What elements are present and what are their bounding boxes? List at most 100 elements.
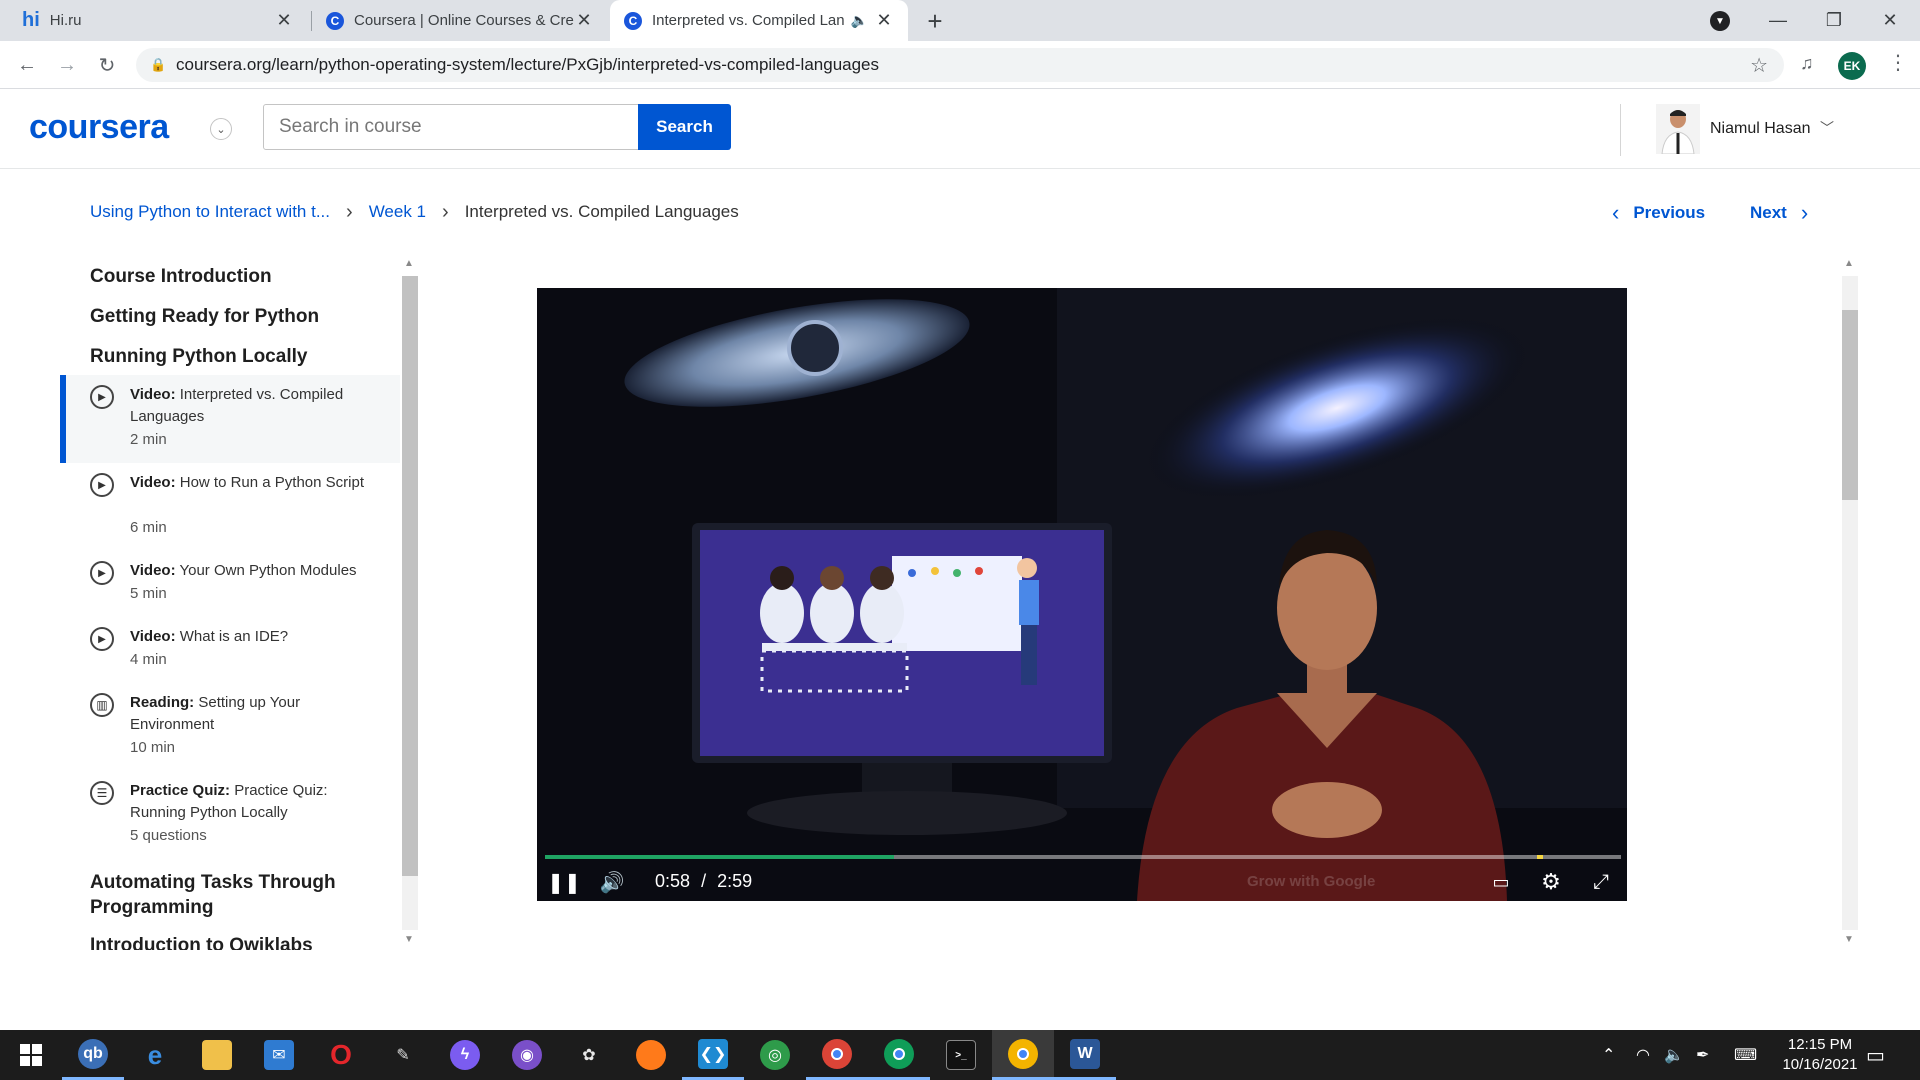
tab-search-icon[interactable]: ▼ <box>1710 11 1730 31</box>
audio-playing-icon[interactable]: 🔈 <box>851 12 868 29</box>
previous-button[interactable]: ‹ Previous <box>1612 200 1705 226</box>
menu-kebab-icon[interactable]: ⋮ <box>1888 50 1908 75</box>
item-text: Video: How to Run a Python Script <box>130 472 370 494</box>
taskbar-clock[interactable]: 12:15 PM 10/16/2021 <box>1770 1035 1870 1075</box>
item-title: How to Run a Python Script <box>179 474 365 491</box>
chrome-ek-icon[interactable] <box>992 1030 1054 1080</box>
sidebar-scrollbar[interactable]: ▲ ▼ <box>400 256 420 950</box>
section-getting-ready[interactable]: Getting Ready for Python <box>90 304 319 329</box>
item-title: Your Own Python Modules <box>179 562 357 579</box>
profile-avatar[interactable]: EK <box>1838 52 1866 80</box>
item-text: Video: Your Own Python Modules <box>130 560 370 582</box>
bookmark-star-icon[interactable]: ☆ <box>1750 53 1768 78</box>
vscode-icon[interactable]: ❮❯ <box>682 1030 744 1080</box>
scrollbar-thumb[interactable] <box>402 276 418 876</box>
outline-item-own-python-modules[interactable]: ▶ Video: Your Own Python Modules 5 min <box>60 551 400 617</box>
github-desktop-icon[interactable]: ◉ <box>496 1030 558 1080</box>
item-text: Reading: Setting up Your Environment <box>130 692 370 736</box>
volume-tray-icon[interactable]: 🔈 <box>1664 1030 1684 1080</box>
video-progress-bar[interactable] <box>545 855 1621 859</box>
outline-item-setting-up-environment[interactable]: ▥ Reading: Setting up Your Environment 1… <box>60 683 400 771</box>
video-progress-fill <box>545 855 894 859</box>
browser-tab-bar: hi Hi.ru ✕ C Coursera | Online Courses &… <box>0 0 1920 41</box>
scroll-up-icon[interactable]: ▲ <box>404 258 414 269</box>
section-course-introduction[interactable]: Course Introduction <box>90 264 272 289</box>
close-icon[interactable]: ✕ <box>574 10 594 31</box>
lock-icon[interactable]: 🔒 <box>150 57 166 73</box>
page-scrollbar[interactable]: ▲ ▼ <box>1840 256 1860 950</box>
start-icon[interactable] <box>0 1030 62 1080</box>
tab-hi-ru[interactable]: hi Hi.ru ✕ <box>8 0 308 41</box>
inkscape-icon[interactable]: ✎ <box>372 1030 434 1080</box>
scrollbar-thumb[interactable] <box>1842 310 1858 500</box>
play-icon: ▶ <box>90 473 114 497</box>
video-player[interactable]: ❚❚ 🔊 0:58 / 2:59 Grow with Google ▭ ⚙ ⤢ <box>537 288 1627 901</box>
outline-item-interpreted-vs-compiled[interactable]: ▶ Video: Interpreted vs. Compiled Langua… <box>60 375 400 463</box>
minimize-icon[interactable]: — <box>1750 0 1806 41</box>
paint-icon[interactable]: ✿ <box>558 1030 620 1080</box>
chevron-right-icon: › <box>442 200 449 223</box>
window-close-icon[interactable]: ✕ <box>1862 0 1918 41</box>
scroll-down-icon[interactable]: ▼ <box>404 934 414 945</box>
search-button[interactable]: Search <box>638 104 731 150</box>
forward-icon[interactable]: → <box>52 50 82 80</box>
qbittorrent-icon[interactable]: qb <box>62 1030 124 1080</box>
address-bar[interactable]: 🔒 coursera.org/learn/python-operating-sy… <box>136 48 1784 82</box>
chevron-down-icon[interactable]: ⌄ <box>210 118 232 140</box>
user-name[interactable]: Niamul Hasan <box>1710 120 1810 138</box>
mail-icon[interactable]: ✉ <box>248 1030 310 1080</box>
item-kind: Video: <box>130 386 176 403</box>
chevron-down-icon[interactable]: ﹀ <box>1820 118 1834 138</box>
scroll-up-icon[interactable]: ▲ <box>1844 258 1854 269</box>
chrome-profile-icon[interactable] <box>868 1030 930 1080</box>
item-question-count: 5 questions <box>130 827 207 844</box>
captions-icon[interactable]: ▭ <box>1487 869 1515 895</box>
pause-icon[interactable]: ❚❚ <box>547 869 581 895</box>
keyboard-icon[interactable]: ⌨ <box>1734 1030 1757 1080</box>
item-title: What is an IDE? <box>179 628 289 645</box>
quiz-icon: ☰ <box>90 781 114 805</box>
chrome-icon[interactable] <box>806 1030 868 1080</box>
section-automating-tasks[interactable]: Automating Tasks Through Programming <box>90 870 350 920</box>
outline-item-run-python-script[interactable]: ▶ Video: How to Run a Python Script 6 mi… <box>60 463 400 551</box>
outline-item-practice-quiz[interactable]: ☰ Practice Quiz: Practice Quiz: Running … <box>60 771 400 859</box>
firefox-icon[interactable] <box>620 1030 682 1080</box>
opera-icon[interactable]: O <box>310 1030 372 1080</box>
scroll-down-icon[interactable]: ▼ <box>1844 934 1854 945</box>
header-divider <box>1620 104 1621 156</box>
terminal-icon[interactable]: >_ <box>930 1030 992 1080</box>
pen-icon[interactable]: ✒ <box>1696 1030 1709 1080</box>
breadcrumb-week-link[interactable]: Week 1 <box>369 202 426 222</box>
wifi-icon[interactable]: ◠ <box>1636 1030 1650 1080</box>
media-control-icon[interactable]: ♫ <box>1800 53 1814 74</box>
tab-active-lecture[interactable]: C Interpreted vs. Compiled Languages 🔈 ✕ <box>610 0 908 41</box>
back-icon[interactable]: ← <box>12 50 42 80</box>
file-explorer-icon[interactable] <box>186 1030 248 1080</box>
section-running-python-locally[interactable]: Running Python Locally <box>90 344 307 369</box>
volume-icon[interactable]: 🔊 <box>597 869 627 895</box>
next-button[interactable]: Next › <box>1750 200 1808 226</box>
close-icon[interactable]: ✕ <box>274 10 294 31</box>
breadcrumb-course-link[interactable]: Using Python to Interact with t... <box>90 202 330 222</box>
restore-icon[interactable]: ❐ <box>1806 0 1862 41</box>
outline-item-what-is-ide[interactable]: ▶ Video: What is an IDE? 4 min <box>60 617 400 683</box>
close-icon[interactable]: ✕ <box>874 10 894 31</box>
tab-coursera-home[interactable]: C Coursera | Online Courses & Credential… <box>312 0 608 41</box>
chevron-up-icon[interactable]: ⌃ <box>1602 1030 1615 1080</box>
settings-gear-icon[interactable]: ⚙ <box>1537 869 1565 895</box>
section-intro-qwiklabs[interactable]: Introduction to Qwiklabs <box>90 933 313 950</box>
item-kind: Practice Quiz: <box>130 782 231 799</box>
search-input[interactable] <box>263 104 639 150</box>
item-duration: 6 min <box>130 519 167 536</box>
edge-icon[interactable]: e <box>124 1030 186 1080</box>
fullscreen-icon[interactable]: ⤢ <box>1587 869 1615 895</box>
messenger-icon[interactable]: ϟ <box>434 1030 496 1080</box>
new-tab-icon[interactable]: + <box>920 6 950 36</box>
notifications-icon[interactable]: ▭ <box>1866 1030 1885 1080</box>
coursera-logo[interactable]: coursera <box>29 108 169 147</box>
user-avatar[interactable] <box>1656 104 1700 154</box>
item-text: Video: What is an IDE? <box>130 626 370 648</box>
word-icon[interactable]: W <box>1054 1030 1116 1080</box>
network-app-icon[interactable]: ◎ <box>744 1030 806 1080</box>
reload-icon[interactable]: ↻ <box>92 50 122 80</box>
